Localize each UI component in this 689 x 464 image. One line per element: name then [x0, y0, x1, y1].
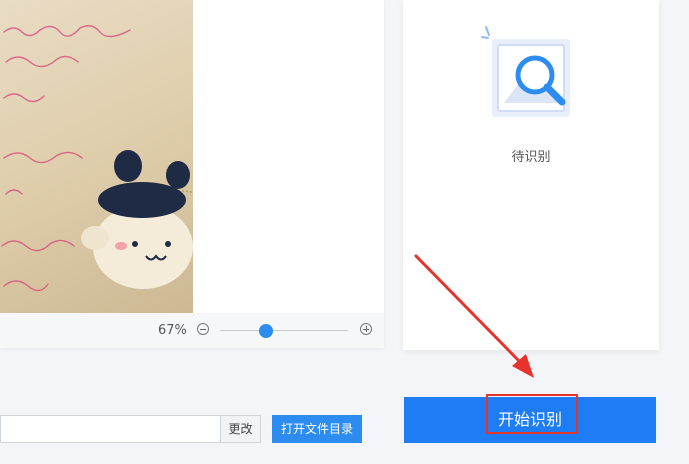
zoom-slider[interactable]: [220, 330, 348, 331]
change-path-button[interactable]: 更改: [220, 415, 261, 443]
zoom-value: 67%: [158, 323, 187, 338]
zoom-in-icon[interactable]: [360, 323, 372, 335]
status-text: 待识别: [511, 150, 551, 165]
zoom-bar: 67%: [0, 313, 384, 348]
zoom-out-icon[interactable]: [197, 323, 209, 335]
output-path-input[interactable]: [0, 415, 220, 443]
zoom-slider-thumb[interactable]: [259, 324, 274, 338]
open-folder-button[interactable]: 打开文件目录: [272, 415, 362, 443]
result-panel: 待识别: [403, 0, 659, 350]
image-search-icon: [481, 26, 570, 117]
image-preview-panel: 67%: [0, 0, 384, 348]
preview-image: [0, 0, 193, 313]
start-recognition-button[interactable]: 开始识别: [404, 397, 656, 443]
start-recognition-label: 开始识别: [497, 410, 562, 429]
